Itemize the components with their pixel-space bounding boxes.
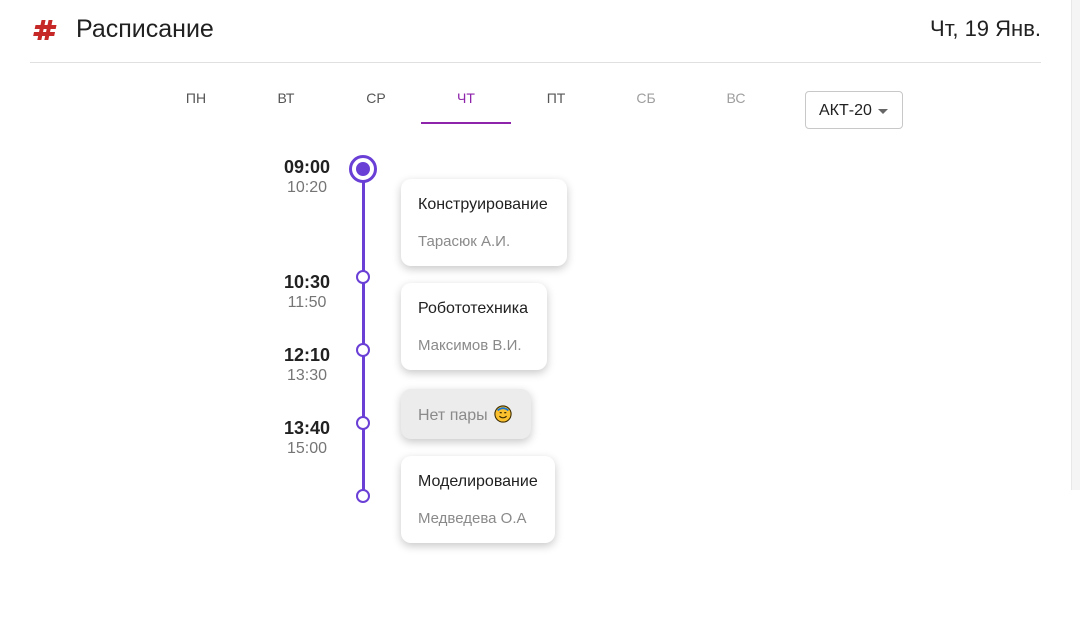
lesson-title: Моделирование bbox=[418, 473, 538, 490]
lesson-teacher: Максимов В.И. bbox=[418, 337, 522, 354]
tab-monday[interactable]: ПН bbox=[151, 78, 241, 122]
hash-icon bbox=[33, 20, 57, 40]
lesson-teacher: Медведева О.А bbox=[418, 510, 527, 527]
time-slot: 13:40 15:00 bbox=[252, 417, 362, 459]
lesson-card[interactable]: Конструирование Тарасюк А.И. bbox=[401, 179, 567, 266]
time-start: 09:00 bbox=[283, 157, 331, 177]
tab-sunday: ВС bbox=[726, 90, 746, 106]
break-card: Нет пары bbox=[401, 389, 531, 439]
time-end: 11:50 bbox=[287, 294, 327, 311]
header: Расписание Чт, 19 Янв. bbox=[30, 0, 1041, 63]
lesson-card[interactable]: Робототехника Максимов В.И. bbox=[401, 283, 547, 370]
tab-tuesday[interactable]: ВТ bbox=[241, 78, 331, 122]
lesson-title: Конструирование bbox=[418, 196, 548, 213]
tab-friday[interactable]: ПТ bbox=[511, 78, 601, 122]
group-select[interactable]: АКТ-20 bbox=[805, 91, 903, 129]
time-end: 10:20 bbox=[286, 179, 328, 196]
time-end: 13:30 bbox=[286, 367, 328, 384]
time-start: 10:30 bbox=[283, 272, 331, 292]
smiling-face-icon bbox=[494, 405, 512, 423]
time-start: 12:10 bbox=[283, 345, 331, 365]
time-end: 15:00 bbox=[286, 440, 328, 457]
time-slot: 10:30 11:50 bbox=[252, 271, 362, 313]
lesson-title: Робототехника bbox=[418, 300, 528, 317]
lesson-card[interactable]: Моделирование Медведева О.А bbox=[401, 456, 555, 543]
caret-down-icon bbox=[878, 109, 888, 114]
tab-thursday[interactable]: ЧТ bbox=[421, 78, 511, 124]
timeline-line bbox=[362, 178, 365, 495]
time-slot: 12:10 13:30 bbox=[252, 344, 362, 386]
time-start: 13:40 bbox=[283, 418, 331, 438]
current-date: Чт, 19 Янв. bbox=[930, 16, 1041, 41]
break-label: Нет пары bbox=[418, 405, 512, 425]
time-slot: 09:00 10:20 bbox=[252, 156, 362, 198]
timeline-dot bbox=[356, 489, 370, 503]
lesson-teacher: Тарасюк А.И. bbox=[418, 233, 511, 250]
break-title: Нет пары bbox=[418, 407, 488, 424]
scrollbar[interactable] bbox=[1071, 0, 1080, 490]
tab-wednesday[interactable]: СР bbox=[331, 78, 421, 122]
group-select-value: АКТ-20 bbox=[819, 102, 872, 119]
page-title: Расписание bbox=[76, 15, 214, 43]
tab-saturday: СБ bbox=[636, 90, 656, 106]
